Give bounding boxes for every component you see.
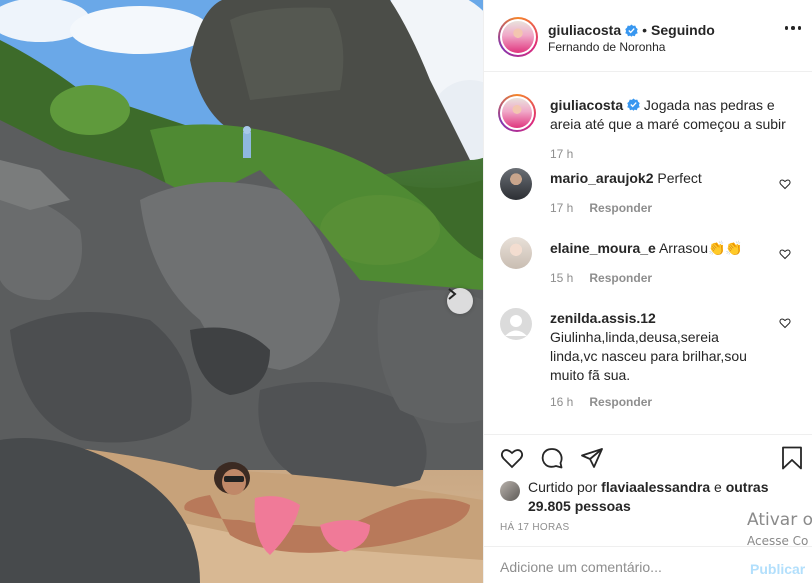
verified-badge-icon [627, 98, 640, 111]
comment-time[interactable]: 17 h [550, 201, 573, 215]
comments-list: giuliacosta Jogada nas pedras e areia at… [484, 73, 812, 433]
comment-input[interactable] [500, 559, 730, 575]
comment-username[interactable]: mario_araujok2 [550, 170, 654, 186]
comment-time[interactable]: 15 h [550, 271, 573, 285]
post-location[interactable]: Fernando de Noronha [548, 40, 665, 54]
author-avatar[interactable] [498, 17, 538, 57]
comment-avatar[interactable] [500, 237, 532, 269]
caption-meta: 17 h [550, 147, 573, 161]
caption-time[interactable]: 17 h [550, 147, 573, 161]
comment-meta: 17 h Responder [550, 201, 652, 215]
add-comment-bar: Publicar [484, 546, 812, 583]
post-photo[interactable] [0, 0, 483, 583]
comment-avatar[interactable] [500, 308, 532, 340]
author-line: giuliacosta • Seguindo [548, 22, 715, 38]
verified-badge-icon [625, 24, 638, 37]
heart-icon[interactable] [500, 446, 524, 470]
comment-text: Arrasou👏👏 [658, 240, 743, 256]
chevron-right-icon [448, 288, 457, 300]
comment-username[interactable]: zenilda.assis.12 [550, 310, 656, 326]
caption-username[interactable]: giuliacosta [550, 97, 623, 113]
post-header: giuliacosta • Seguindo Fernando de Noron… [484, 0, 812, 72]
photo-illustration [0, 0, 483, 583]
comment-bubble-icon[interactable] [540, 446, 564, 470]
post-detail-panel: giuliacosta • Seguindo Fernando de Noron… [483, 0, 812, 583]
liker-username[interactable]: flaviaalessandra [601, 479, 710, 495]
comment-time[interactable]: 16 h [550, 395, 573, 409]
comment-text: Perfect [657, 170, 702, 186]
heart-icon[interactable] [779, 317, 791, 329]
liker-avatar[interactable] [500, 481, 520, 501]
likes-prefix: Curtido por [528, 479, 598, 495]
likes-conj: e [714, 479, 722, 495]
paper-plane-icon[interactable] [580, 446, 604, 470]
comment: mario_araujok2 Perfect [550, 169, 760, 188]
reply-button[interactable]: Responder [589, 201, 652, 215]
reply-button[interactable]: Responder [589, 271, 652, 285]
comment: zenilda.assis.12 Giulinha,linda,deusa,se… [550, 309, 760, 385]
post-timestamp[interactable]: HÁ 17 HORAS [500, 522, 569, 533]
action-bar [484, 434, 812, 484]
comment-meta: 15 h Responder [550, 271, 652, 285]
heart-icon[interactable] [779, 248, 791, 260]
caption-avatar[interactable] [498, 94, 536, 132]
comment: elaine_moura_e Arrasou👏👏 [550, 239, 760, 258]
next-photo-button[interactable] [447, 288, 473, 314]
reply-button[interactable]: Responder [589, 395, 652, 409]
author-username[interactable]: giuliacosta [548, 22, 621, 38]
bookmark-icon[interactable] [781, 446, 803, 470]
comment-avatar[interactable] [500, 168, 532, 200]
following-button[interactable]: Seguindo [651, 22, 715, 38]
comment-meta: 16 h Responder [550, 395, 652, 409]
more-options-icon[interactable] [784, 26, 801, 30]
separator-dot: • [642, 22, 648, 38]
comment-text: Giulinha,linda,deusa,sereia linda,vc nas… [550, 329, 747, 383]
comment-username[interactable]: elaine_moura_e [550, 240, 656, 256]
publish-button[interactable]: Publicar [750, 561, 805, 577]
caption: giuliacosta Jogada nas pedras e areia at… [550, 96, 790, 134]
heart-icon[interactable] [779, 178, 791, 190]
